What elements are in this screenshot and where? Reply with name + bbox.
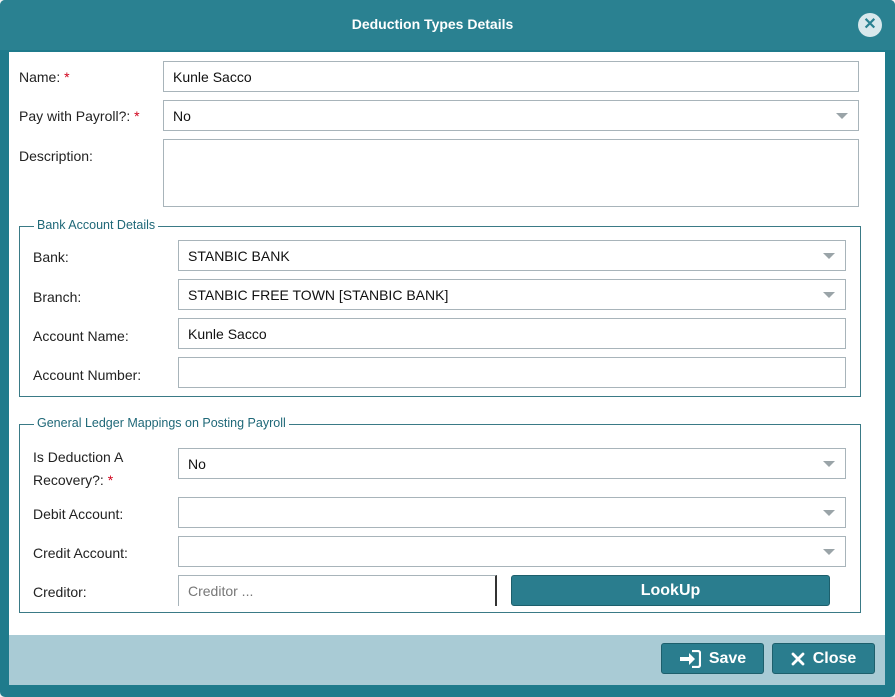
is-recovery-label: Is Deduction A Recovery?: * — [33, 446, 123, 492]
description-label: Description: — [19, 148, 93, 164]
close-label: Close — [812, 649, 857, 667]
name-value: Kunle Sacco — [173, 68, 252, 85]
dialog-titlebar: Deduction Types Details ✕ — [0, 0, 895, 50]
chevron-down-icon — [823, 291, 835, 298]
pay-with-payroll-select[interactable]: No — [163, 100, 859, 131]
account-number-label: Account Number: — [33, 367, 142, 383]
chevron-down-icon — [823, 460, 835, 467]
account-name-label: Account Name: — [33, 328, 129, 344]
chevron-down-icon — [823, 548, 835, 555]
branch-select[interactable]: STANBIC FREE TOWN [STANBIC BANK] — [178, 279, 846, 310]
save-label: Save — [708, 649, 747, 667]
account-number-input[interactable] — [178, 357, 846, 388]
branch-value: STANBIC FREE TOWN [STANBIC BANK] — [188, 286, 449, 303]
sign-in-icon — [679, 649, 701, 668]
dialog-title: Deduction Types Details — [351, 16, 514, 32]
credit-account-label: Credit Account: — [33, 545, 128, 561]
is-recovery-select[interactable]: No — [178, 448, 846, 479]
bank-account-details-legend: Bank Account Details — [34, 218, 159, 232]
credit-account-select[interactable] — [178, 536, 846, 567]
required-mark: * — [107, 472, 114, 488]
lookup-button[interactable]: LookUp — [511, 575, 830, 606]
close-icon — [791, 652, 805, 666]
bank-label: Bank: — [33, 249, 69, 265]
close-button[interactable]: Close — [772, 643, 875, 674]
is-recovery-value: No — [188, 455, 206, 472]
gl-mappings-legend: General Ledger Mappings on Posting Payro… — [34, 416, 289, 430]
chevron-down-icon — [836, 112, 848, 119]
creditor-input[interactable]: Creditor ... — [178, 575, 497, 606]
account-name-value: Kunle Sacco — [188, 325, 267, 342]
pay-with-payroll-value: No — [173, 107, 191, 124]
debit-account-label: Debit Account: — [33, 506, 124, 522]
close-dialog-icon[interactable]: ✕ — [858, 13, 882, 37]
pay-with-payroll-label-text: Pay with Payroll?: — [19, 108, 131, 124]
dialog-footer: Save Close — [9, 635, 885, 685]
is-recovery-label-line2: Recovery?: — [33, 472, 104, 488]
dialog-body: Name: * Kunle Sacco Pay with Payroll?: *… — [9, 52, 885, 635]
chevron-down-icon — [823, 252, 835, 259]
bank-select[interactable]: STANBIC BANK — [178, 240, 846, 271]
description-textarea[interactable] — [163, 139, 859, 207]
creditor-label: Creditor: — [33, 584, 87, 600]
account-name-input[interactable]: Kunle Sacco — [178, 318, 846, 349]
save-button[interactable]: Save — [661, 643, 764, 674]
is-recovery-label-line1: Is Deduction A — [33, 449, 124, 465]
pay-with-payroll-label: Pay with Payroll?: * — [19, 108, 140, 124]
name-label-text: Name: — [19, 69, 61, 85]
name-input[interactable]: Kunle Sacco — [163, 61, 859, 92]
debit-account-select[interactable] — [178, 497, 846, 528]
name-label: Name: * — [19, 69, 70, 85]
required-mark: * — [64, 69, 70, 85]
required-mark: * — [134, 108, 140, 124]
chevron-down-icon — [823, 509, 835, 516]
deduction-types-dialog: Deduction Types Details ✕ Name: * Kunle … — [0, 0, 895, 697]
branch-label: Branch: — [33, 289, 82, 305]
bank-value: STANBIC BANK — [188, 247, 290, 264]
creditor-placeholder: Creditor ... — [188, 583, 254, 599]
